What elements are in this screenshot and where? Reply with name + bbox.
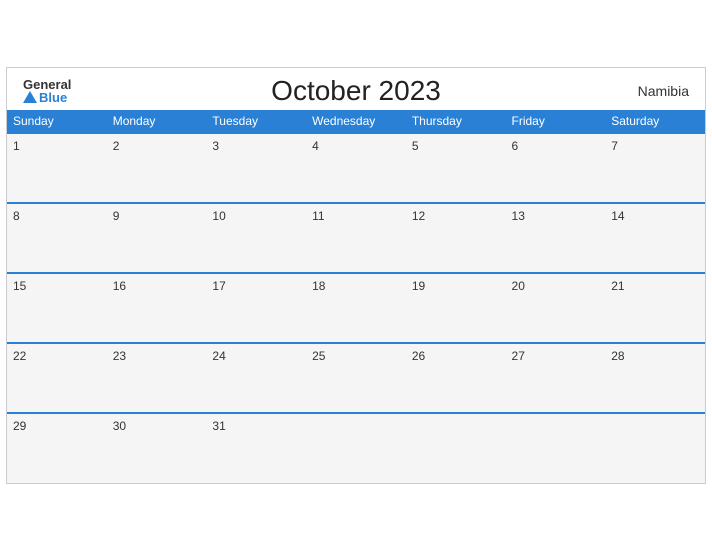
- day-number: 26: [412, 349, 425, 363]
- calendar-cell: 21: [605, 273, 705, 343]
- day-number: 31: [212, 419, 225, 433]
- calendar-cell: 16: [107, 273, 207, 343]
- logo-general-text: General: [23, 78, 71, 91]
- day-number: 10: [212, 209, 225, 223]
- day-number: 1: [13, 139, 20, 153]
- calendar-cell: 14: [605, 203, 705, 273]
- calendar-cell: 24: [206, 343, 306, 413]
- weekday-header-tuesday: Tuesday: [206, 110, 306, 133]
- calendar-cell: 4: [306, 133, 406, 203]
- calendar-cell: 15: [7, 273, 107, 343]
- calendar-header: General Blue October 2023 Namibia: [7, 68, 705, 110]
- day-number: 4: [312, 139, 319, 153]
- calendar-cell: 1: [7, 133, 107, 203]
- day-number: 21: [611, 279, 624, 293]
- day-number: 23: [113, 349, 126, 363]
- calendar-cell: 27: [506, 343, 606, 413]
- calendar-container: General Blue October 2023 Namibia Sunday…: [6, 67, 706, 484]
- calendar-cell: [605, 413, 705, 483]
- calendar-cell: 17: [206, 273, 306, 343]
- day-number: 14: [611, 209, 624, 223]
- calendar-cell: 11: [306, 203, 406, 273]
- calendar-cell: 20: [506, 273, 606, 343]
- weekday-header-thursday: Thursday: [406, 110, 506, 133]
- calendar-cell: 29: [7, 413, 107, 483]
- weekday-header-friday: Friday: [506, 110, 606, 133]
- calendar-cell: 18: [306, 273, 406, 343]
- week-row-2: 8 9 10 11 12 13 14: [7, 203, 705, 273]
- weekday-header-row: SundayMondayTuesdayWednesdayThursdayFrid…: [7, 110, 705, 133]
- calendar-cell: [406, 413, 506, 483]
- weekday-header-monday: Monday: [107, 110, 207, 133]
- day-number: 15: [13, 279, 26, 293]
- day-number: 12: [412, 209, 425, 223]
- day-number: 16: [113, 279, 126, 293]
- day-number: 9: [113, 209, 120, 223]
- calendar-cell: 10: [206, 203, 306, 273]
- day-number: 17: [212, 279, 225, 293]
- day-number: 27: [512, 349, 525, 363]
- calendar-cell: 19: [406, 273, 506, 343]
- calendar-cell: 31: [206, 413, 306, 483]
- calendar-cell: 12: [406, 203, 506, 273]
- day-number: 8: [13, 209, 20, 223]
- weekday-header-saturday: Saturday: [605, 110, 705, 133]
- calendar-cell: 22: [7, 343, 107, 413]
- calendar-cell: [506, 413, 606, 483]
- calendar-cell: [306, 413, 406, 483]
- calendar-cell: 28: [605, 343, 705, 413]
- week-row-3: 15 16 17 18 19 20 21: [7, 273, 705, 343]
- day-number: 25: [312, 349, 325, 363]
- day-number: 20: [512, 279, 525, 293]
- day-number: 18: [312, 279, 325, 293]
- day-number: 7: [611, 139, 618, 153]
- day-number: 2: [113, 139, 120, 153]
- calendar-cell: 13: [506, 203, 606, 273]
- weekday-header-wednesday: Wednesday: [306, 110, 406, 133]
- calendar-cell: 25: [306, 343, 406, 413]
- calendar-cell: 3: [206, 133, 306, 203]
- logo-triangle-icon: [23, 91, 37, 103]
- calendar-cell: 23: [107, 343, 207, 413]
- day-number: 5: [412, 139, 419, 153]
- day-number: 11: [312, 209, 324, 223]
- calendar-cell: 5: [406, 133, 506, 203]
- weekday-header-sunday: Sunday: [7, 110, 107, 133]
- day-number: 19: [412, 279, 425, 293]
- month-title: October 2023: [271, 75, 441, 107]
- calendar-grid: SundayMondayTuesdayWednesdayThursdayFrid…: [7, 110, 705, 483]
- week-row-5: 29 30 31: [7, 413, 705, 483]
- calendar-cell: 2: [107, 133, 207, 203]
- day-number: 30: [113, 419, 126, 433]
- logo-blue-text: Blue: [23, 91, 67, 104]
- week-row-1: 1 2 3 4 5 6 7: [7, 133, 705, 203]
- calendar-cell: 6: [506, 133, 606, 203]
- calendar-cell: 7: [605, 133, 705, 203]
- calendar-cell: 8: [7, 203, 107, 273]
- day-number: 29: [13, 419, 26, 433]
- day-number: 28: [611, 349, 624, 363]
- calendar-cell: 30: [107, 413, 207, 483]
- day-number: 6: [512, 139, 519, 153]
- country-label: Namibia: [638, 83, 689, 99]
- day-number: 24: [212, 349, 225, 363]
- day-number: 22: [13, 349, 26, 363]
- day-number: 3: [212, 139, 219, 153]
- week-row-4: 22 23 24 25 26 27 28: [7, 343, 705, 413]
- day-number: 13: [512, 209, 525, 223]
- calendar-cell: 26: [406, 343, 506, 413]
- logo: General Blue: [23, 78, 71, 104]
- calendar-cell: 9: [107, 203, 207, 273]
